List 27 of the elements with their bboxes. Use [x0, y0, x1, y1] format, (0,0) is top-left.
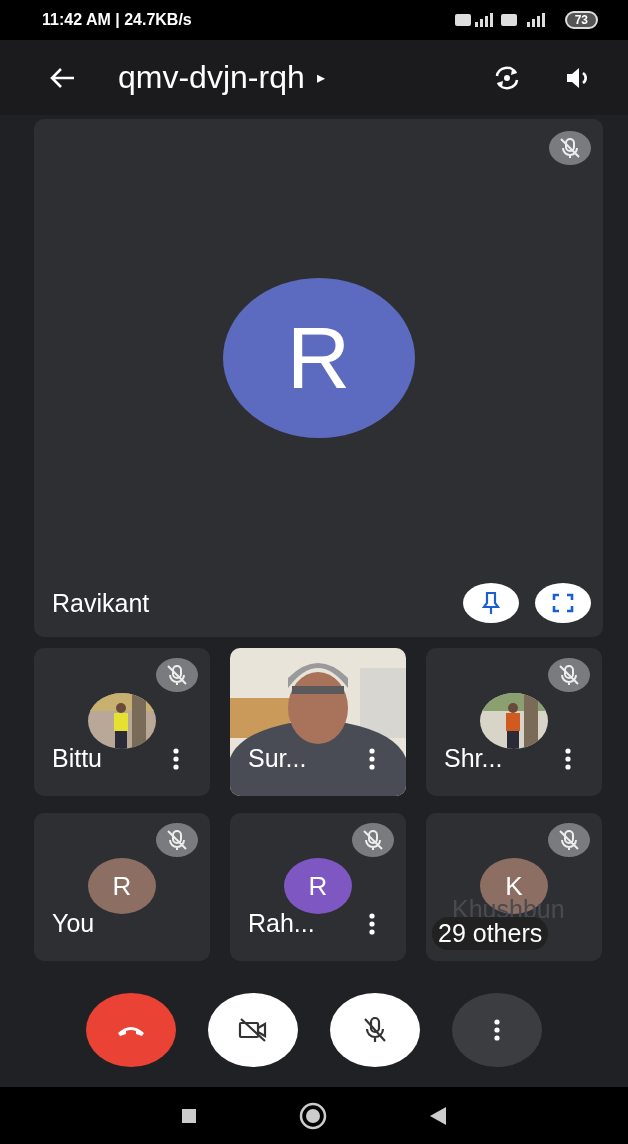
- more-options-icon[interactable]: [564, 746, 572, 771]
- back-icon[interactable]: [428, 1105, 448, 1126]
- status-time: 11:42 AM | 24.7KB/s: [42, 11, 192, 29]
- fullscreen-icon: [552, 593, 574, 613]
- home-icon[interactable]: [298, 1100, 328, 1131]
- back-arrow-icon[interactable]: [48, 65, 76, 90]
- camera-off-icon: [237, 1017, 269, 1043]
- meeting-code[interactable]: qmv-dvjn-rqh: [118, 59, 305, 96]
- more-options-icon[interactable]: [368, 746, 376, 771]
- participant-name: Sur...: [248, 744, 307, 773]
- more-options-icon: [493, 1018, 501, 1042]
- participant-name: Bittu: [52, 744, 103, 773]
- mic-off-icon: [361, 1015, 389, 1045]
- participant-name: Ravikant: [52, 588, 150, 618]
- others-count-badge[interactable]: 29 others: [432, 917, 549, 950]
- pin-button[interactable]: [463, 583, 519, 623]
- fullscreen-button[interactable]: [535, 583, 591, 623]
- more-options-icon[interactable]: [172, 746, 180, 771]
- participant-name: Shr...: [444, 744, 503, 773]
- caret-icon[interactable]: ▸: [316, 68, 325, 87]
- avatar: R: [88, 858, 156, 914]
- pin-icon: [480, 590, 502, 616]
- avatar: R: [284, 858, 352, 914]
- recent-apps-icon[interactable]: [180, 1106, 198, 1125]
- more-options-icon[interactable]: [368, 911, 376, 936]
- battery-indicator: 73: [564, 11, 598, 29]
- avatar: R: [222, 278, 415, 438]
